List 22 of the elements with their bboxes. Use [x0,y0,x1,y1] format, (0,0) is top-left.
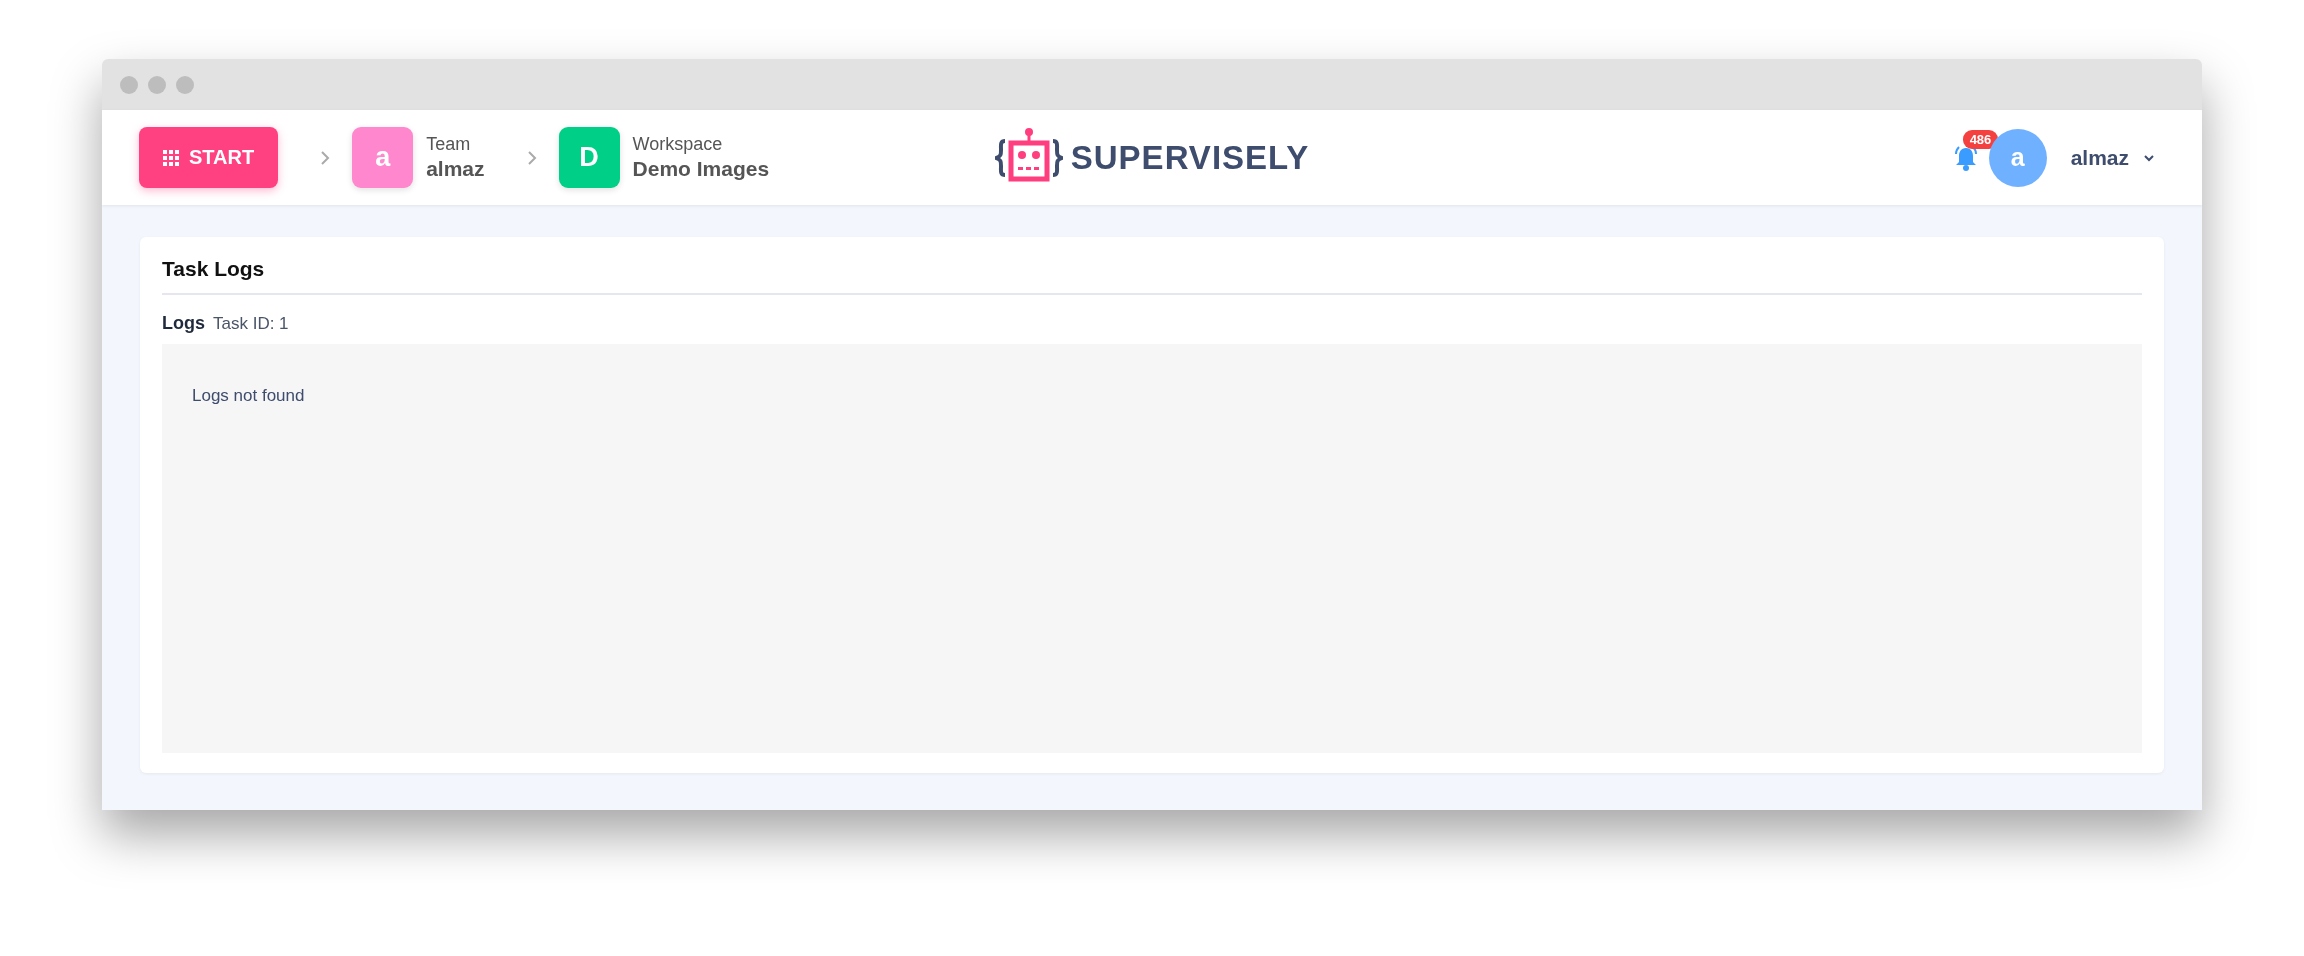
breadcrumb-caption: Workspace [632,134,724,155]
breadcrumb-caption: Team [426,134,472,155]
window-control[interactable] [176,75,194,94]
breadcrumb-link[interactable]: almaz [426,157,485,181]
empty-message: Logs not found [192,386,305,405]
task-id: Task ID: 1 [213,314,289,334]
chevron-down-icon [2143,153,2155,162]
card-title: Task Logs [162,257,2142,295]
start-button[interactable]: START [139,127,279,188]
grid-icon [163,149,179,166]
bell-icon[interactable] [1952,143,1979,172]
chevron-right-icon [526,149,537,166]
user-name[interactable]: almaz [2070,145,2129,170]
window-control[interactable] [148,75,166,94]
window-control[interactable] [120,75,138,94]
breadcrumb-link[interactable]: Demo Images [632,157,770,181]
avatar[interactable]: D [558,127,620,188]
chevron-right-icon [320,149,331,166]
avatar[interactable]: a [352,127,414,188]
notification-count: 486 [1962,129,1999,149]
section-label: Logs [162,313,205,334]
logo-wordmark: SUPERVISELY [1070,138,1310,177]
